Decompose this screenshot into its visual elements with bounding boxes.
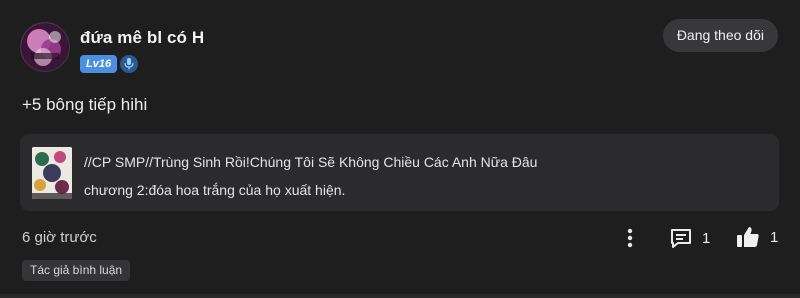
avatar[interactable] [20,22,70,72]
comment-card: đứa mê bl có H Lv16 Đang theo dõi +5 bôn… [0,0,800,298]
story-title[interactable]: //CP SMP//Trùng Sinh Rồi!Chúng Tôi Sẽ Kh… [84,154,537,170]
thumbs-up-icon [737,227,759,247]
more-options-button[interactable] [620,226,640,250]
more-vertical-icon [627,228,633,248]
reply-button[interactable]: 1 [670,226,710,250]
reply-count: 1 [702,229,711,247]
avatar-image [21,23,69,71]
level-badge: Lv16 [80,55,118,73]
comment-icon [671,229,691,248]
divider [0,294,800,298]
like-button[interactable]: 1 [736,224,778,250]
follow-button[interactable]: Đang theo dõi [662,19,778,52]
story-cover-thumbnail [32,147,72,199]
like-count: 1 [770,228,779,246]
referenced-chapter-card[interactable]: //CP SMP//Trùng Sinh Rồi!Chúng Tôi Sẽ Kh… [20,134,779,211]
author-badge: Tác giả bình luận [22,260,131,281]
comment-timestamp: 6 giờ trước [22,229,97,246]
comment-text: +5 bông tiếp hihi [22,95,148,114]
username[interactable]: đứa mê bl có H [80,28,204,48]
chapter-title[interactable]: chương 2:đóa hoa trắng của họ xuất hiện. [84,182,345,198]
microphone-icon [120,55,138,73]
